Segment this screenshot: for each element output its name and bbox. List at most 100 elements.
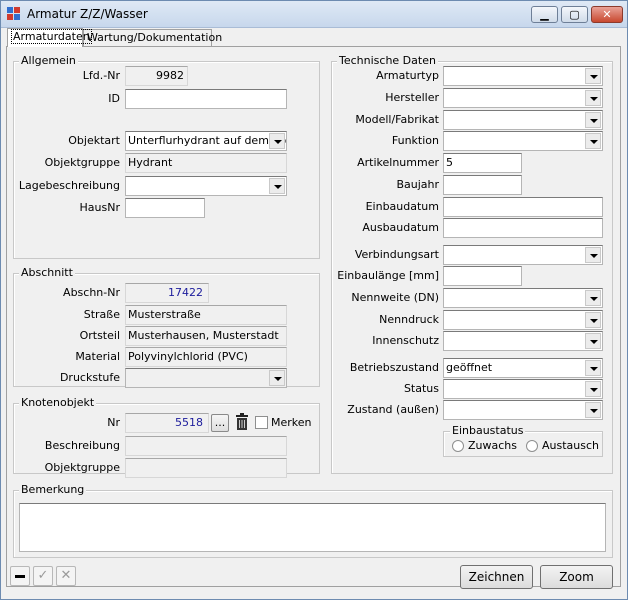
knoten-objektgruppe-field	[125, 458, 287, 478]
group-title: Knotenobjekt	[19, 396, 97, 410]
group-title: Abschnitt	[19, 266, 75, 280]
austausch-label: Austausch	[542, 439, 600, 452]
chevron-down-icon[interactable]	[585, 402, 601, 418]
knoten-nr-label: Nr	[107, 416, 120, 429]
chevron-down-icon[interactable]	[585, 290, 601, 306]
ausbaudatum-label: Ausbaudatum	[362, 221, 439, 234]
betriebszustand-select[interactable]: geöffnet	[443, 358, 603, 378]
einbaulaenge-label: Einbaulänge [mm]	[337, 269, 439, 282]
beschreibung-label: Beschreibung	[44, 439, 120, 452]
trash-icon[interactable]	[235, 413, 249, 431]
group-title: Allgemein	[19, 54, 78, 68]
objektart-label: Objektart	[68, 134, 120, 147]
id-label: ID	[108, 92, 120, 105]
druckstufe-select[interactable]	[125, 368, 287, 388]
minus-button[interactable]	[10, 566, 30, 586]
lfd-nr-field: 9982	[125, 66, 188, 86]
merken-checkbox[interactable]	[255, 416, 268, 429]
tab-page-armaturdaten: Allgemein Lfd.-Nr 9982 ID Objektart Unte…	[6, 46, 621, 587]
group-bemerkung: Bemerkung	[13, 483, 613, 558]
objektgruppe-field: Hydrant	[125, 153, 287, 173]
hausnr-label: HausNr	[79, 201, 120, 214]
hausnr-input[interactable]	[125, 198, 205, 218]
baujahr-label: Baujahr	[396, 178, 439, 191]
einbaudatum-label: Einbaudatum	[365, 200, 439, 213]
nenndruck-select[interactable]	[443, 310, 603, 330]
check-icon: ✓	[37, 568, 49, 583]
objektgruppe-label: Objektgruppe	[44, 156, 120, 169]
chevron-down-icon[interactable]	[585, 333, 601, 349]
funktion-select[interactable]	[443, 131, 603, 151]
lagebeschreibung-label: Lagebeschreibung	[18, 179, 120, 192]
chevron-down-icon[interactable]	[585, 90, 601, 106]
maximize-button[interactable]: ▢	[561, 6, 588, 23]
cancel-button[interactable]: ✕	[56, 566, 76, 586]
artikelnummer-input[interactable]: 5	[443, 153, 522, 173]
chevron-down-icon[interactable]	[269, 370, 285, 386]
group-knotenobjekt: Knotenobjekt Nr 5518 ... Merken Beschrei…	[13, 396, 320, 478]
zuwachs-label: Zuwachs	[468, 439, 517, 452]
einbaustatus-title: Einbaustatus	[450, 424, 526, 438]
chevron-down-icon[interactable]	[585, 381, 601, 397]
modell-label: Modell/Fabrikat	[355, 113, 439, 126]
group-einbaustatus: Einbaustatus Zuwachs Austausch	[443, 424, 603, 457]
einbaulaenge-input[interactable]	[443, 266, 522, 286]
baujahr-input[interactable]	[443, 175, 522, 195]
abschnitt-nr-label: Abschn-Nr	[63, 286, 120, 299]
chevron-down-icon[interactable]	[585, 360, 601, 376]
x-icon: ✕	[60, 568, 72, 583]
innenschutz-select[interactable]	[443, 331, 603, 351]
zustand-label: Zustand (außen)	[347, 403, 439, 416]
strasse-label: Straße	[83, 308, 120, 321]
id-input[interactable]	[125, 89, 287, 109]
group-title: Bemerkung	[19, 483, 87, 497]
group-abschnitt: Abschnitt Abschn-Nr 17422 Straße Musters…	[13, 266, 320, 388]
window: Armatur Z/Z/Wasser ▁ ▢ ✕ Armaturdaten Wa…	[0, 0, 628, 600]
close-button[interactable]: ✕	[591, 6, 623, 23]
tab-armaturdaten[interactable]: Armaturdaten	[7, 28, 92, 47]
chevron-down-icon[interactable]	[585, 68, 601, 84]
verbindungsart-select[interactable]	[443, 245, 603, 265]
druckstufe-label: Druckstufe	[59, 371, 120, 384]
chevron-down-icon[interactable]	[585, 112, 601, 128]
zustand-select[interactable]	[443, 400, 603, 420]
einbaudatum-input[interactable]	[443, 197, 603, 217]
lagebeschreibung-select[interactable]	[125, 176, 287, 196]
abschnitt-nr-field: 17422	[125, 283, 209, 303]
modell-select[interactable]	[443, 110, 603, 130]
close-icon: ✕	[602, 8, 612, 21]
funktion-label: Funktion	[391, 134, 439, 147]
nennweite-label: Nennweite (DN)	[351, 291, 439, 304]
chevron-down-icon[interactable]	[585, 133, 601, 149]
group-technische-daten: Technische Daten Armaturtyp Hersteller M…	[331, 54, 613, 474]
group-allgemein: Allgemein Lfd.-Nr 9982 ID Objektart Unte…	[13, 54, 320, 259]
bemerkung-textarea[interactable]	[19, 503, 606, 552]
zeichnen-button[interactable]: Zeichnen	[460, 565, 533, 589]
ausbaudatum-input[interactable]	[443, 218, 603, 238]
hersteller-label: Hersteller	[385, 91, 439, 104]
chevron-down-icon[interactable]	[269, 133, 285, 149]
nennweite-select[interactable]	[443, 288, 603, 308]
zuwachs-radio[interactable]	[452, 440, 464, 452]
tab-wartung-dokumentation[interactable]: Wartung/Dokumentation	[83, 29, 222, 46]
objektart-select[interactable]: Unterflurhydrant auf dem Rohr	[125, 131, 287, 151]
chevron-down-icon[interactable]	[585, 247, 601, 263]
confirm-button[interactable]: ✓	[33, 566, 53, 586]
status-label: Status	[403, 382, 439, 395]
chevron-down-icon[interactable]	[269, 178, 285, 194]
maximize-icon: ▢	[569, 8, 580, 21]
austausch-radio[interactable]	[526, 440, 538, 452]
armaturtyp-label: Armaturtyp	[376, 69, 439, 82]
beschreibung-field	[125, 436, 287, 456]
status-select[interactable]	[443, 379, 603, 399]
zoom-button[interactable]: Zoom	[540, 565, 613, 589]
title-bar[interactable]: Armatur Z/Z/Wasser ▁ ▢ ✕	[1, 1, 627, 28]
armaturtyp-select[interactable]	[443, 66, 603, 86]
hersteller-select[interactable]	[443, 88, 603, 108]
minimize-button[interactable]: ▁	[531, 6, 558, 23]
browse-button[interactable]: ...	[211, 414, 229, 432]
material-label: Material	[75, 350, 120, 363]
ortsteil-label: Ortsteil	[79, 329, 120, 342]
chevron-down-icon[interactable]	[585, 312, 601, 328]
knoten-nr-field: 5518	[125, 413, 209, 433]
